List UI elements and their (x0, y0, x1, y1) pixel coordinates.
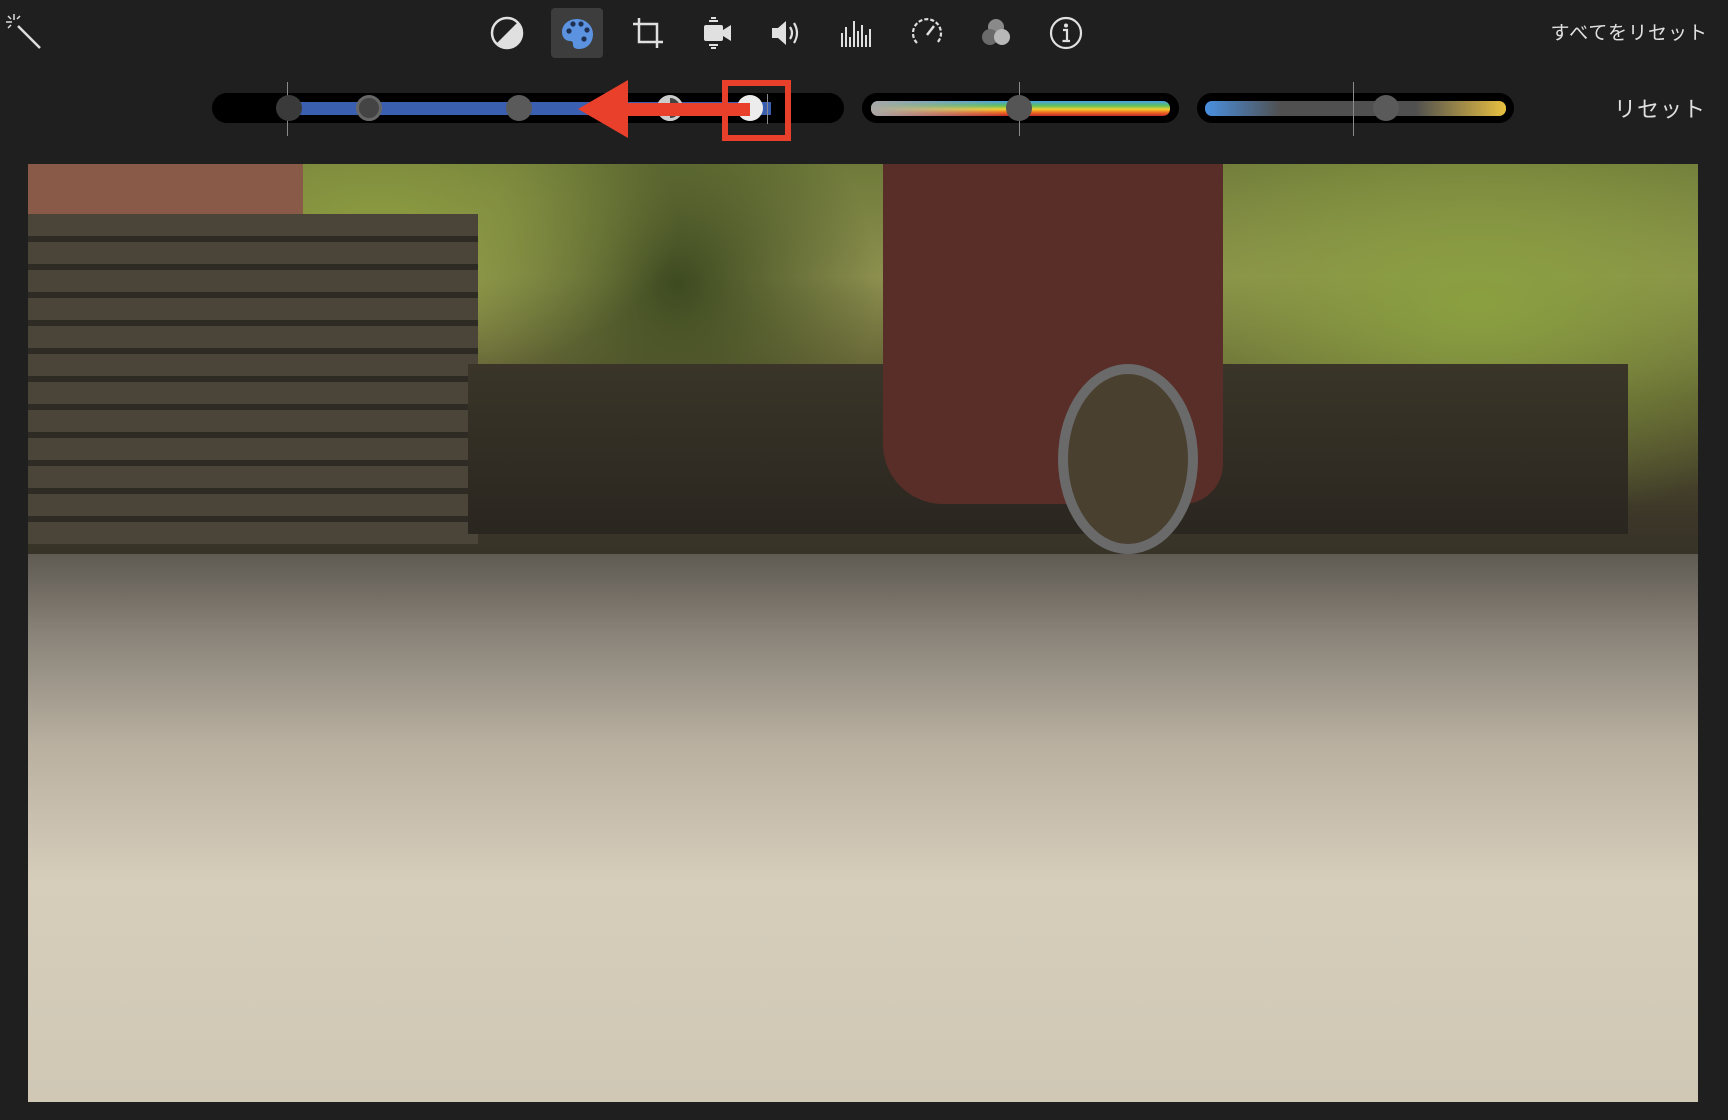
stabilization-icon[interactable] (692, 10, 742, 56)
temperature-gradient (1205, 101, 1506, 116)
planter (28, 164, 303, 214)
contrast-knob[interactable] (506, 95, 532, 121)
video-preview (28, 164, 1698, 1102)
info-icon[interactable] (1041, 10, 1091, 56)
speed-icon[interactable] (902, 10, 952, 56)
temperature-knob[interactable] (1373, 95, 1399, 121)
shoe (1058, 364, 1198, 554)
stone-wall (28, 214, 478, 544)
shadows-knob[interactable] (276, 95, 302, 121)
color-correction-icon[interactable] (551, 8, 603, 58)
volume-icon[interactable] (761, 10, 811, 56)
crop-icon[interactable] (623, 10, 673, 56)
drag-left-arrow (578, 80, 750, 138)
slider-center-tick (1353, 82, 1354, 136)
ground (28, 554, 1698, 1102)
reset-all-button[interactable]: すべてをリセット (1550, 18, 1708, 45)
saturation-knob[interactable] (1006, 95, 1032, 121)
color-balance-icon[interactable] (482, 10, 532, 56)
noise-reduction-equalizer-icon[interactable] (831, 10, 881, 56)
magic-wand-icon[interactable] (4, 12, 44, 52)
video-overlay-icon[interactable] (971, 10, 1021, 56)
black-point-knob[interactable] (356, 95, 382, 121)
reset-button[interactable]: リセット (1614, 92, 1706, 124)
